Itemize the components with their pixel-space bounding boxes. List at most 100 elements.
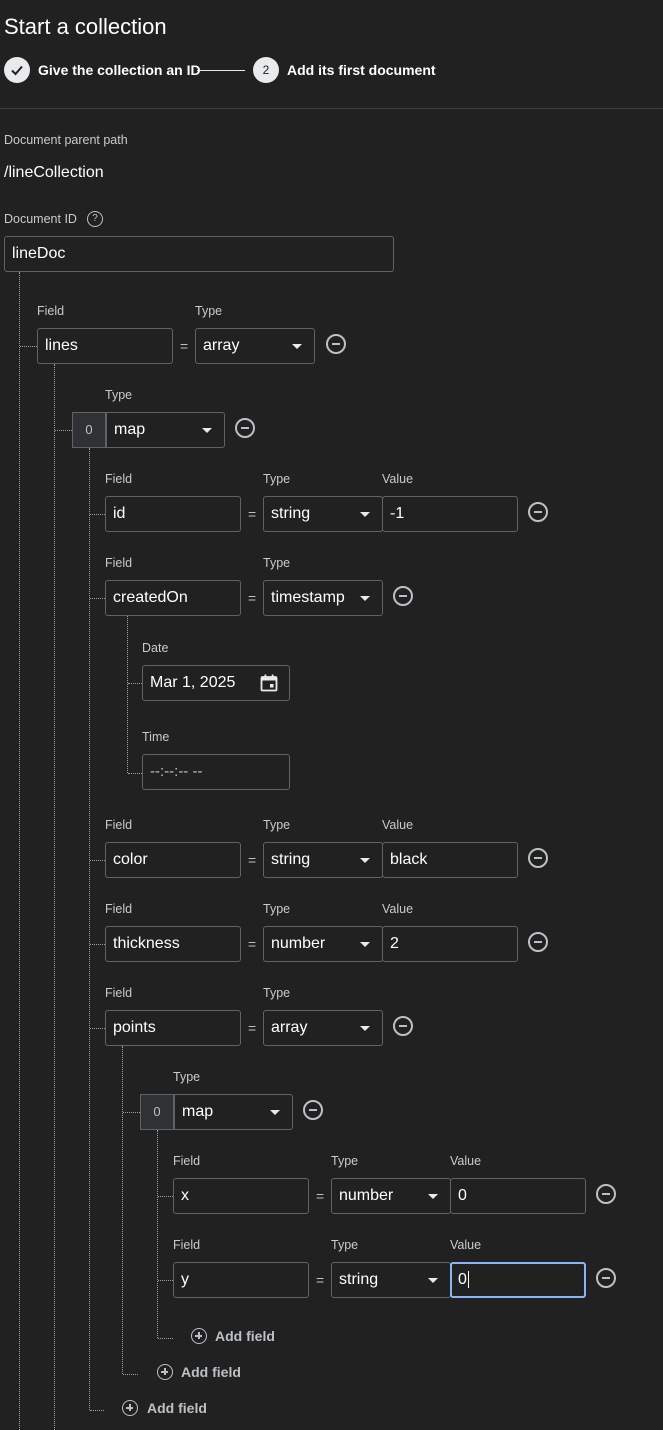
type-label: Type [263,472,291,486]
type-select-thickness[interactable]: number [263,926,383,962]
text-cursor [467,1271,469,1289]
field-name-input-points[interactable]: points [105,1010,241,1046]
field-label: Field [105,818,133,832]
step-1-label: Give the collection an ID [38,62,201,78]
type-select-value: string [271,505,311,522]
remove-field-icon[interactable] [528,502,548,522]
type-select-lines-item[interactable]: map [106,412,225,448]
type-label: Type [105,388,133,402]
value-label: Value [382,902,414,916]
type-select-points-item[interactable]: map [174,1094,293,1130]
type-label: Type [195,304,223,318]
value-input-color[interactable]: black [382,842,518,878]
value-input-x[interactable]: 0 [450,1178,586,1214]
check-icon [11,65,23,76]
type-select-color[interactable]: string [263,842,383,878]
type-select-value: array [271,1019,308,1036]
dropdown-arrow-icon [360,512,370,517]
field-label: Field [173,1238,201,1252]
equals-sign: = [248,506,257,522]
value-label: Value [382,818,414,832]
tree-branch-points-item [123,1112,140,1113]
array-index-badge: 0 [72,412,106,448]
type-select-createdon[interactable]: timestamp [263,580,383,616]
tree-branch-createdon [90,598,105,599]
type-select-value: number [339,1187,394,1204]
type-select-value: map [114,421,146,438]
equals-sign: = [248,852,257,868]
remove-field-icon[interactable] [596,1184,616,1204]
tree-line-points [122,1046,123,1374]
document-id-label: Document ID [4,212,77,226]
remove-item-icon[interactable] [303,1100,323,1120]
field-name-input-x[interactable]: x [173,1178,309,1214]
type-select-y[interactable]: string [331,1262,451,1298]
parent-path-label: Document parent path [4,133,128,147]
equals-sign: = [248,936,257,952]
type-label: Type [331,1154,359,1168]
add-circle-icon[interactable] [157,1364,173,1380]
dropdown-arrow-icon [360,942,370,947]
dropdown-arrow-icon [428,1194,438,1199]
stepper-connector [197,70,245,71]
tree-line-map [89,448,90,1410]
remove-item-icon[interactable] [235,418,255,438]
tree-line-lines [54,364,55,1430]
tree-branch-x [158,1196,173,1197]
time-label: Time [142,730,170,744]
tree-branch-time [128,773,142,774]
time-input[interactable]: --:--:-- -- [142,754,290,790]
type-select-points[interactable]: array [263,1010,383,1046]
add-field-button-lines-map[interactable]: Add field [147,1400,207,1416]
value-label: Value [450,1238,482,1252]
type-select-value: string [271,851,311,868]
dropdown-arrow-icon [202,428,212,433]
type-select-lines[interactable]: array [195,328,315,364]
field-name-input-id[interactable]: id [105,496,241,532]
type-select-value: number [271,935,326,952]
dropdown-arrow-icon [428,1278,438,1283]
field-name-input-createdon[interactable]: createdOn [105,580,241,616]
type-select-x[interactable]: number [331,1178,451,1214]
type-select-value: map [182,1103,214,1120]
add-field-button-point-map[interactable]: Add field [215,1328,275,1344]
parent-path-value: /lineCollection [4,164,104,181]
tree-branch-thickness [90,944,105,945]
field-label: Field [173,1154,201,1168]
remove-field-icon[interactable] [596,1268,616,1288]
field-name-input-lines[interactable]: lines [37,328,173,364]
calendar-icon[interactable] [259,673,279,693]
field-name-input-thickness[interactable]: thickness [105,926,241,962]
tree-branch-lines [20,346,37,347]
remove-field-icon[interactable] [393,586,413,606]
dropdown-arrow-icon [292,344,302,349]
value-input-y[interactable]: 0 [450,1262,586,1298]
tree-branch-color [90,860,105,861]
tree-line-point-map [157,1130,158,1338]
add-circle-icon[interactable] [191,1328,207,1344]
value-input-id[interactable]: -1 [382,496,518,532]
document-id-input[interactable]: lineDoc [4,236,394,272]
type-label: Type [331,1238,359,1252]
header-divider [0,108,663,109]
type-label: Type [263,986,291,1000]
add-field-button-points[interactable]: Add field [181,1364,241,1380]
tree-branch-add-field-points [123,1374,138,1375]
remove-field-icon[interactable] [528,848,548,868]
tree-line-timestamp [127,616,128,773]
add-circle-icon[interactable] [122,1400,138,1416]
equals-sign: = [248,1020,257,1036]
help-icon[interactable]: ? [87,211,103,227]
field-name-input-color[interactable]: color [105,842,241,878]
type-select-value: string [339,1271,379,1288]
remove-field-icon[interactable] [393,1016,413,1036]
type-label: Type [173,1070,201,1084]
remove-field-icon[interactable] [528,932,548,952]
value-input-thickness[interactable]: 2 [382,926,518,962]
field-name-input-y[interactable]: y [173,1262,309,1298]
dropdown-arrow-icon [360,596,370,601]
type-select-value: array [203,337,240,354]
type-select-id[interactable]: string [263,496,383,532]
field-label: Field [105,902,133,916]
remove-field-icon[interactable] [326,334,346,354]
